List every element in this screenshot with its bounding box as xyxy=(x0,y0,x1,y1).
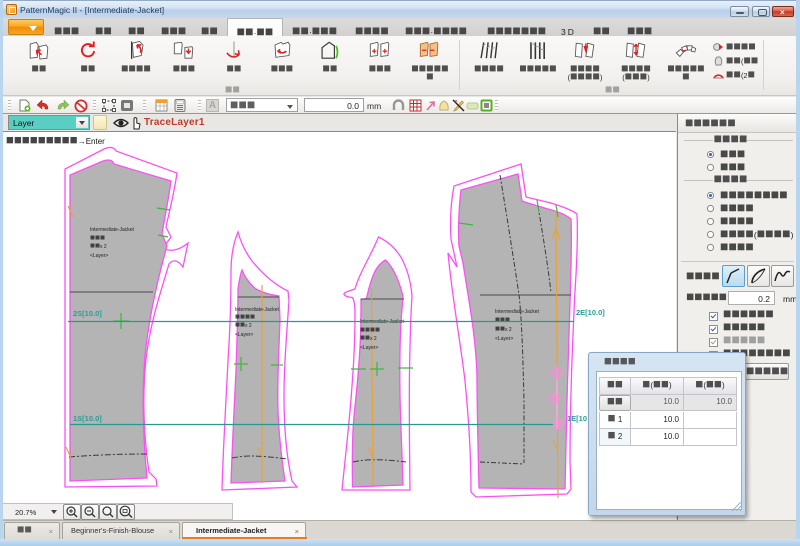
svg-text:■■■■■■■■■→Enter: ■■■■■■■■■→Enter xyxy=(6,132,105,147)
svg-text:■■■: ■■■ xyxy=(495,315,510,324)
svg-text:1S[10.0]: 1S[10.0] xyxy=(73,414,102,423)
svg-text:2S[10.0]: 2S[10.0] xyxy=(73,309,102,318)
svg-text:<Layer>: <Layer> xyxy=(360,345,378,351)
svg-text:1E[10: 1E[10 xyxy=(567,414,587,423)
svg-text:<Layer>: <Layer> xyxy=(90,253,108,259)
svg-text:2E[10.0]: 2E[10.0] xyxy=(576,308,605,317)
svg-text:<Layer>: <Layer> xyxy=(235,332,253,338)
svg-text:<Layer>: <Layer> xyxy=(495,336,513,342)
